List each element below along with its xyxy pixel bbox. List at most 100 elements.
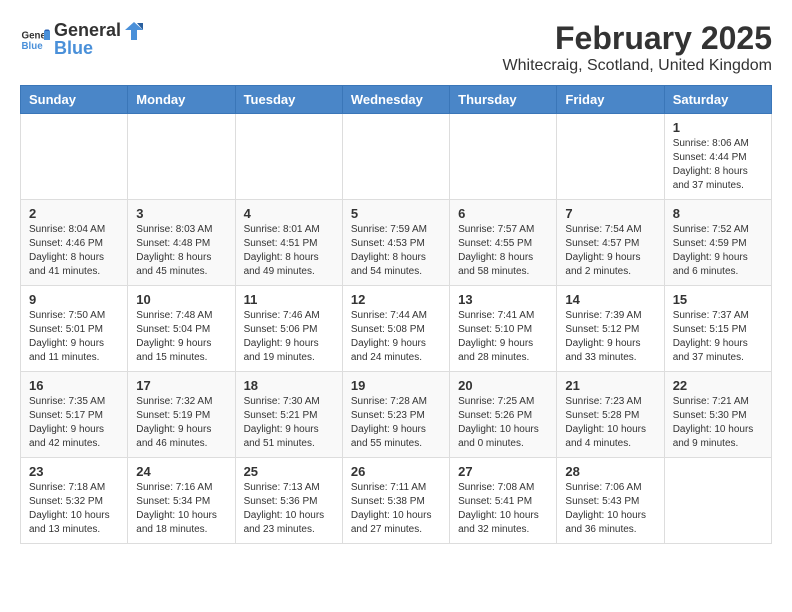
day-number: 9 — [29, 292, 119, 307]
svg-text:Blue: Blue — [22, 41, 44, 52]
day-number: 18 — [244, 378, 334, 393]
calendar-cell — [664, 458, 771, 544]
calendar-cell: 12 Sunrise: 7:44 AMSunset: 5:08 PMDayligh… — [342, 286, 449, 372]
calendar-cell: 21Sunrise: 7:23 AMSunset: 5:28 PMDayligh… — [557, 372, 664, 458]
day-info: Sunrise: 7:11 AMSunset: 5:38 PMDaylight:… — [351, 481, 441, 537]
day-info: Sunrise: 7:44 AMSunset: 5:08 PMDaylight:… — [351, 309, 441, 365]
day-number: 7 — [565, 206, 655, 221]
calendar-cell: 15 Sunrise: 7:37 AMSunset: 5:15 PMDayligh… — [664, 286, 771, 372]
day-info: Sunrise: 7:32 AMSunset: 5:19 PMDaylight:… — [136, 395, 226, 451]
calendar-subtitle: Whitecraig, Scotland, United Kingdom — [503, 57, 772, 75]
calendar-week-row: 1 Sunrise: 8:06 AMSunset: 4:44 PMDaylight… — [21, 114, 772, 200]
day-info: Sunrise: 7:37 AMSunset: 5:15 PMDaylight:… — [673, 309, 763, 365]
day-number: 13 — [458, 292, 548, 307]
calendar-cell: 4 Sunrise: 8:01 AMSunset: 4:51 PMDaylight… — [235, 200, 342, 286]
calendar-cell: 6 Sunrise: 7:57 AMSunset: 4:55 PMDaylight… — [450, 200, 557, 286]
calendar-cell: 23 Sunrise: 7:18 AMSunset: 5:32 PMDayligh… — [21, 458, 128, 544]
calendar-cell: 24 Sunrise: 7:16 AMSunset: 5:34 PMDayligh… — [128, 458, 235, 544]
day-info: Sunrise: 8:04 AMSunset: 4:46 PMDaylight:… — [29, 223, 119, 279]
calendar-cell — [557, 114, 664, 200]
calendar-cell: 25 Sunrise: 7:13 AMSunset: 5:36 PMDayligh… — [235, 458, 342, 544]
calendar-week-row: 23 Sunrise: 7:18 AMSunset: 5:32 PMDayligh… — [21, 458, 772, 544]
day-number: 24 — [136, 464, 226, 479]
calendar-cell: 16 Sunrise: 7:35 AMSunset: 5:17 PMDayligh… — [21, 372, 128, 458]
day-info: Sunrise: 7:59 AMSunset: 4:53 PMDaylight:… — [351, 223, 441, 279]
day-number: 5 — [351, 206, 441, 221]
logo-icon: General Blue — [20, 28, 50, 52]
day-number: 10 — [136, 292, 226, 307]
calendar-cell: 3 Sunrise: 8:03 AMSunset: 4:48 PMDaylight… — [128, 200, 235, 286]
day-number: 14 — [565, 292, 655, 307]
day-number: 6 — [458, 206, 548, 221]
day-info: Sunrise: 7:30 AMSunset: 5:21 PMDaylight:… — [244, 395, 334, 451]
calendar-table: SundayMondayTuesdayWednesdayThursdayFrid… — [20, 85, 772, 544]
day-info: Sunrise: 8:06 AMSunset: 4:44 PMDaylight:… — [673, 137, 763, 193]
calendar-cell — [450, 114, 557, 200]
calendar-header-row: SundayMondayTuesdayWednesdayThursdayFrid… — [21, 86, 772, 114]
calendar-cell: 28Sunrise: 7:06 AMSunset: 5:43 PMDayligh… — [557, 458, 664, 544]
day-info: Sunrise: 7:57 AMSunset: 4:55 PMDaylight:… — [458, 223, 548, 279]
day-info: Sunrise: 7:48 AMSunset: 5:04 PMDaylight:… — [136, 309, 226, 365]
day-info: Sunrise: 7:18 AMSunset: 5:32 PMDaylight:… — [29, 481, 119, 537]
day-info: Sunrise: 7:52 AMSunset: 4:59 PMDaylight:… — [673, 223, 763, 279]
day-number: 16 — [29, 378, 119, 393]
calendar-cell: 13 Sunrise: 7:41 AMSunset: 5:10 PMDayligh… — [450, 286, 557, 372]
calendar-cell: 7 Sunrise: 7:54 AMSunset: 4:57 PMDaylight… — [557, 200, 664, 286]
day-info: Sunrise: 7:39 AMSunset: 5:12 PMDaylight:… — [565, 309, 655, 365]
day-number: 4 — [244, 206, 334, 221]
day-number: 3 — [136, 206, 226, 221]
day-info: Sunrise: 7:41 AMSunset: 5:10 PMDaylight:… — [458, 309, 548, 365]
day-info: Sunrise: 7:35 AMSunset: 5:17 PMDaylight:… — [29, 395, 119, 451]
day-info: Sunrise: 8:01 AMSunset: 4:51 PMDaylight:… — [244, 223, 334, 279]
day-number: 23 — [29, 464, 119, 479]
calendar-header-monday: Monday — [128, 86, 235, 114]
calendar-cell: 5 Sunrise: 7:59 AMSunset: 4:53 PMDaylight… — [342, 200, 449, 286]
day-info: Sunrise: 7:50 AMSunset: 5:01 PMDaylight:… — [29, 309, 119, 365]
calendar-cell — [342, 114, 449, 200]
day-number: 20 — [458, 378, 548, 393]
calendar-cell: 14 Sunrise: 7:39 AMSunset: 5:12 PMDayligh… — [557, 286, 664, 372]
calendar-cell: 26 Sunrise: 7:11 AMSunset: 5:38 PMDayligh… — [342, 458, 449, 544]
day-info: Sunrise: 7:16 AMSunset: 5:34 PMDaylight:… — [136, 481, 226, 537]
calendar-cell: 2 Sunrise: 8:04 AMSunset: 4:46 PMDaylight… — [21, 200, 128, 286]
calendar-cell: 19Sunrise: 7:28 AMSunset: 5:23 PMDayligh… — [342, 372, 449, 458]
calendar-header-wednesday: Wednesday — [342, 86, 449, 114]
logo: General Blue General Blue — [20, 20, 147, 59]
day-info: Sunrise: 7:13 AMSunset: 5:36 PMDaylight:… — [244, 481, 334, 537]
title-section: February 2025 Whitecraig, Scotland, Unit… — [503, 20, 772, 75]
calendar-week-row: 2 Sunrise: 8:04 AMSunset: 4:46 PMDaylight… — [21, 200, 772, 286]
day-number: 26 — [351, 464, 441, 479]
day-info: Sunrise: 7:46 AMSunset: 5:06 PMDaylight:… — [244, 309, 334, 365]
day-info: Sunrise: 7:28 AMSunset: 5:23 PMDaylight:… — [351, 395, 441, 451]
calendar-cell: 20Sunrise: 7:25 AMSunset: 5:26 PMDayligh… — [450, 372, 557, 458]
calendar-cell — [235, 114, 342, 200]
day-number: 15 — [673, 292, 763, 307]
calendar-cell: 22Sunrise: 7:21 AMSunset: 5:30 PMDayligh… — [664, 372, 771, 458]
calendar-week-row: 9 Sunrise: 7:50 AMSunset: 5:01 PMDaylight… — [21, 286, 772, 372]
day-number: 22 — [673, 378, 763, 393]
calendar-cell: 8Sunrise: 7:52 AMSunset: 4:59 PMDaylight… — [664, 200, 771, 286]
calendar-cell — [21, 114, 128, 200]
calendar-week-row: 16 Sunrise: 7:35 AMSunset: 5:17 PMDayligh… — [21, 372, 772, 458]
calendar-cell: 11Sunrise: 7:46 AMSunset: 5:06 PMDayligh… — [235, 286, 342, 372]
calendar-header-friday: Friday — [557, 86, 664, 114]
day-info: Sunrise: 8:03 AMSunset: 4:48 PMDaylight:… — [136, 223, 226, 279]
calendar-cell: 17 Sunrise: 7:32 AMSunset: 5:19 PMDayligh… — [128, 372, 235, 458]
calendar-cell: 18 Sunrise: 7:30 AMSunset: 5:21 PMDayligh… — [235, 372, 342, 458]
day-info: Sunrise: 7:08 AMSunset: 5:41 PMDaylight:… — [458, 481, 548, 537]
calendar-cell: 9 Sunrise: 7:50 AMSunset: 5:01 PMDaylight… — [21, 286, 128, 372]
day-info: Sunrise: 7:23 AMSunset: 5:28 PMDaylight:… — [565, 395, 655, 451]
day-number: 12 — [351, 292, 441, 307]
day-number: 27 — [458, 464, 548, 479]
calendar-cell: 10 Sunrise: 7:48 AMSunset: 5:04 PMDayligh… — [128, 286, 235, 372]
day-number: 25 — [244, 464, 334, 479]
day-number: 17 — [136, 378, 226, 393]
calendar-cell — [128, 114, 235, 200]
day-number: 1 — [673, 120, 763, 135]
day-number: 2 — [29, 206, 119, 221]
calendar-title: February 2025 — [503, 20, 772, 57]
logo-bird-icon — [123, 20, 145, 42]
day-number: 28 — [565, 464, 655, 479]
page-header: General Blue General Blue February 2025 … — [20, 20, 772, 75]
day-info: Sunrise: 7:54 AMSunset: 4:57 PMDaylight:… — [565, 223, 655, 279]
